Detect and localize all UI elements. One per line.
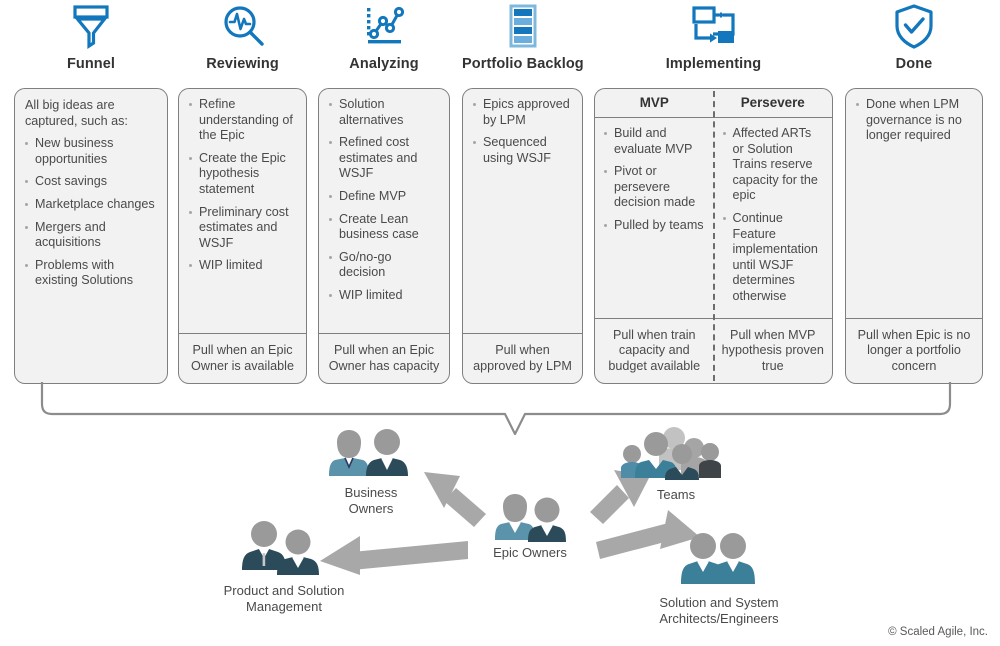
pull-criteria: Pull when Epic is no longer a portfolio … — [846, 317, 982, 384]
list-item: WIP limited — [328, 288, 440, 304]
review-pulse-magnifier-icon — [178, 0, 307, 52]
sub-column-persevere: Affected ARTs or Solution Trains reserve… — [714, 118, 833, 318]
sub-column-header-mvp: MVP — [639, 95, 669, 111]
two-people-suits-icon — [242, 521, 319, 575]
sub-column-mvp: Build and evaluate MVP Pivot or persever… — [595, 118, 714, 318]
sub-column-header-persevere: Persevere — [740, 95, 805, 111]
role-label: Epic Owners — [493, 545, 567, 560]
kanban-card-portfolio-backlog[interactable]: Epics approved by LPM Sequenced using WS… — [462, 88, 583, 384]
card-body: Done when LPM governance is no longer re… — [846, 89, 982, 318]
card-body: Build and evaluate MVP Pivot or persever… — [595, 118, 832, 318]
list-item: Create Lean business case — [328, 212, 440, 243]
kanban-card-analyzing[interactable]: Solution alternatives Refined cost estim… — [318, 88, 450, 384]
list-item: Problems with existing Solutions — [24, 258, 158, 289]
funnel-icon — [14, 0, 168, 52]
role-solution-system-architects: Solution and System Architects/Engineers — [645, 530, 793, 627]
list-item: Create the Epic hypothesis statement — [188, 151, 297, 198]
card-bullet-list: Solution alternatives Refined cost estim… — [328, 97, 440, 304]
backlog-stack-icon — [462, 0, 583, 52]
list-item: Pivot or persevere decision made — [603, 164, 706, 211]
list-item: Done when LPM governance is no longer re… — [855, 97, 973, 144]
list-item: Refined cost estimates and WSJF — [328, 135, 440, 182]
list-item: Epics approved by LPM — [472, 97, 573, 128]
role-product-solution-management: Product and Solution Management — [198, 518, 370, 615]
line-chart-icon — [318, 0, 450, 52]
card-bullet-list: Build and evaluate MVP Pivot or persever… — [603, 126, 706, 234]
stage-header-implementing: Implementing — [594, 0, 833, 72]
pull-criteria-row: Pull when train capacity and budget avai… — [595, 317, 832, 384]
list-item: Build and evaluate MVP — [603, 126, 706, 157]
kanban-card-implementing[interactable]: MVP Persevere Build and evaluate MVP Piv… — [594, 88, 833, 384]
list-item: Define MVP — [328, 189, 440, 205]
card-bullet-list: Epics approved by LPM Sequenced using WS… — [472, 97, 573, 166]
card-body: Refine understanding of the Epic Create … — [179, 89, 306, 333]
list-item: Sequenced using WSJF — [472, 135, 573, 166]
stage-header-done: Done — [845, 0, 983, 72]
stage-header-analyzing: Analyzing — [318, 0, 450, 72]
two-people-teal-icon — [681, 533, 755, 584]
list-item: Cost savings — [24, 174, 158, 190]
card-body: Solution alternatives Refined cost estim… — [319, 89, 449, 333]
pull-criteria: Pull when approved by LPM — [463, 333, 582, 383]
card-bullet-list: Refine understanding of the Epic Create … — [188, 97, 297, 274]
list-item: Mergers and acquisitions — [24, 220, 158, 251]
pull-criteria: Pull when an Epic Owner has capacity — [319, 333, 449, 383]
role-label: Product and Solution Management — [223, 583, 345, 614]
card-body: Epics approved by LPM Sequenced using WS… — [463, 89, 582, 333]
list-item: New business opportunities — [24, 136, 158, 167]
list-item: Marketplace changes — [24, 197, 158, 213]
workflow-icon — [594, 0, 833, 52]
list-item: Go/no-go decision — [328, 250, 440, 281]
list-item: Affected ARTs or Solution Trains reserve… — [722, 126, 825, 204]
two-people-icon — [329, 429, 408, 476]
shield-check-icon — [845, 0, 983, 52]
role-label: Teams — [656, 487, 696, 502]
card-bullet-list: Affected ARTs or Solution Trains reserve… — [722, 126, 825, 305]
pull-criteria: Pull when train capacity and budget avai… — [608, 327, 701, 373]
stage-label: Implementing — [665, 56, 762, 72]
stage-label: Done — [895, 56, 933, 72]
role-epic-owners: Epic Owners — [462, 486, 598, 561]
two-people-icon — [495, 494, 566, 542]
card-bullet-list: Done when LPM governance is no longer re… — [855, 97, 973, 144]
list-item: Refine understanding of the Epic — [188, 97, 297, 144]
stage-header-reviewing: Reviewing — [178, 0, 307, 72]
list-item: Continue Feature implementation until WS… — [722, 211, 825, 305]
stage-header-funnel: Funnel — [14, 0, 168, 72]
kanban-card-done[interactable]: Done when LPM governance is no longer re… — [845, 88, 983, 384]
list-item: Solution alternatives — [328, 97, 440, 128]
stage-label: Funnel — [66, 56, 116, 72]
role-label: Solution and System Architects/Engineers — [659, 595, 779, 626]
list-item: Preliminary cost estimates and WSJF — [188, 205, 297, 252]
role-teams: Teams — [615, 424, 737, 503]
role-label: Business Owners — [344, 485, 398, 516]
stage-label: Reviewing — [206, 56, 279, 72]
copyright-notice: © Scaled Agile, Inc. — [888, 626, 988, 638]
kanban-card-reviewing[interactable]: Refine understanding of the Epic Create … — [178, 88, 307, 384]
card-intro: All big ideas are captured, such as: — [25, 98, 128, 128]
card-body: All big ideas are captured, such as: New… — [15, 89, 167, 383]
list-item: WIP limited — [188, 258, 297, 274]
kanban-card-funnel[interactable]: All big ideas are captured, such as: New… — [14, 88, 168, 384]
sub-column-headers: MVP Persevere — [595, 89, 832, 118]
stage-label: Analyzing — [349, 56, 419, 72]
list-item: Pulled by teams — [603, 218, 706, 234]
pull-criteria: Pull when MVP hypothesis proven true — [721, 327, 824, 373]
pull-criteria: Pull when an Epic Owner is available — [179, 333, 306, 383]
five-people-icon — [621, 427, 721, 480]
stage-label: Portfolio Backlog — [462, 56, 584, 72]
role-business-owners: Business Owners — [316, 420, 426, 517]
stage-header-portfolio-backlog: Portfolio Backlog — [462, 0, 584, 72]
card-bullet-list: New business opportunities Cost savings … — [24, 136, 158, 289]
